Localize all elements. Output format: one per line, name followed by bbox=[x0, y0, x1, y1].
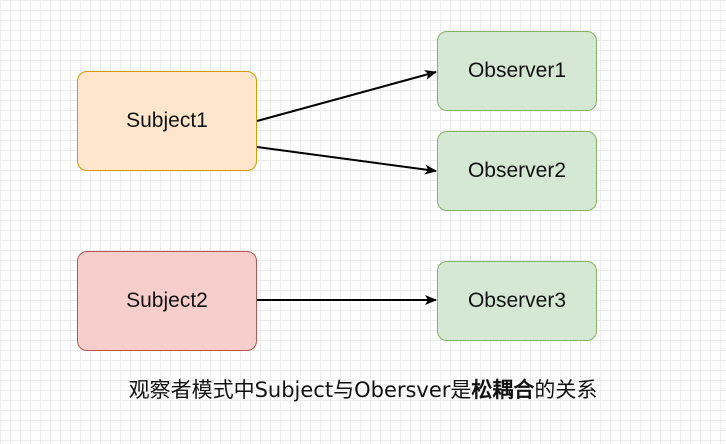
subject1-node[interactable]: Subject1 bbox=[77, 71, 257, 171]
observer3-node[interactable]: Observer3 bbox=[437, 261, 597, 341]
subject1-label: Subject1 bbox=[126, 109, 208, 132]
observer1-label: Observer1 bbox=[467, 59, 567, 82]
subject2-node[interactable]: Subject2 bbox=[77, 251, 257, 351]
observer2-label: Observer2 bbox=[467, 159, 567, 182]
subject2-label: Subject2 bbox=[126, 289, 208, 312]
observer1-node[interactable]: Observer1 bbox=[437, 31, 597, 111]
edge-subject1-observer2 bbox=[256, 146, 437, 175]
edge-subject1-observer1 bbox=[256, 70, 437, 122]
observer2-node[interactable]: Observer2 bbox=[437, 131, 597, 211]
observer3-label: Observer3 bbox=[467, 289, 567, 312]
caption-text-after: 的关系 bbox=[534, 378, 598, 402]
caption-text-bold: 松耦合 bbox=[471, 378, 535, 402]
diagram-caption: 观察者模式中Subject与Obersver是松耦合的关系 bbox=[0, 374, 726, 404]
caption-text-before: 观察者模式中Subject与Obersver是 bbox=[128, 378, 472, 402]
